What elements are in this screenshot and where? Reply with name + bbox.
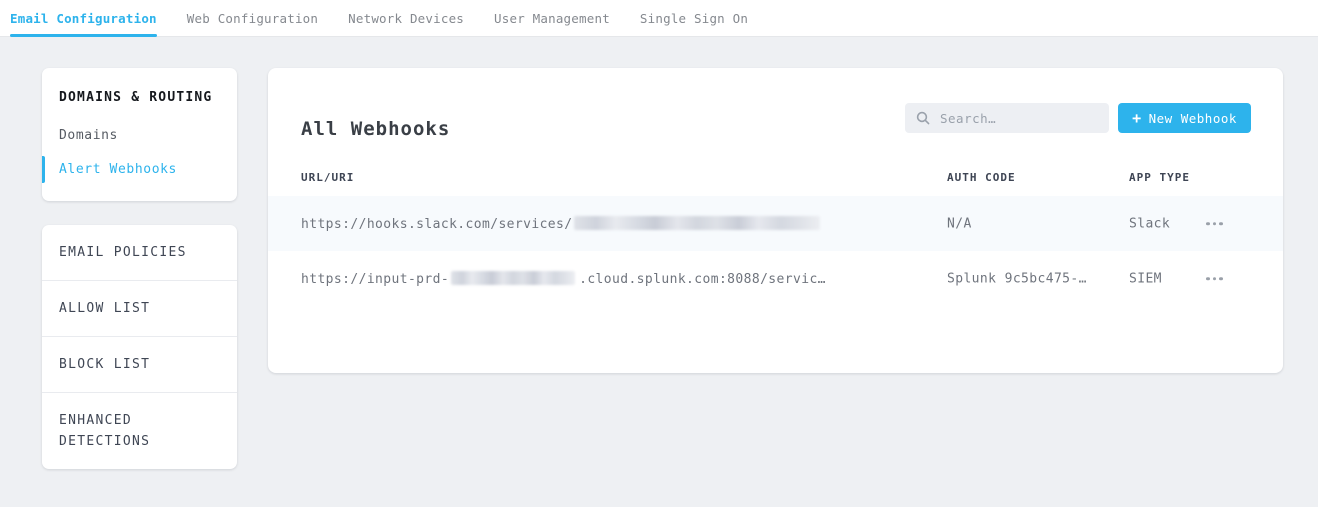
redacted-url-segment [574, 216, 820, 230]
table-row[interactable]: https://hooks.slack.com/services/ N/A Sl… [268, 196, 1283, 251]
search-input[interactable] [938, 110, 1098, 127]
redacted-url-segment [451, 271, 575, 285]
sidebar-item-domains[interactable]: Domains [42, 121, 237, 150]
sidebar-item-allow-list[interactable]: ALLOW LIST [42, 281, 237, 337]
column-header-url: URL/URI [301, 160, 354, 196]
search-box [905, 103, 1109, 133]
sidebar-sections-card: EMAIL POLICIES ALLOW LIST BLOCK LIST ENH… [42, 225, 237, 469]
new-webhook-button[interactable]: + New Webhook [1118, 103, 1251, 133]
page-title: All Webhooks [301, 118, 450, 140]
webhook-url: https://input-prd- .cloud.splunk.com:8088… [301, 271, 826, 287]
sidebar-item-alert-webhooks[interactable]: Alert Webhooks [42, 155, 237, 184]
webhook-auth-code: N/A [947, 216, 972, 231]
tab-web-configuration[interactable]: Web Configuration [187, 0, 318, 36]
sidebar-section-header: DOMAINS & ROUTING [42, 90, 237, 105]
column-header-auth: AUTH CODE [947, 160, 1016, 196]
sidebar-item-email-policies[interactable]: EMAIL POLICIES [42, 225, 237, 281]
sidebar-item-block-list[interactable]: BLOCK LIST [42, 337, 237, 393]
webhooks-panel: All Webhooks + New Webhook URL/URI AUTH … [268, 68, 1283, 373]
tab-user-management[interactable]: User Management [494, 0, 610, 36]
tab-network-devices[interactable]: Network Devices [348, 0, 464, 36]
column-header-app: APP TYPE [1129, 160, 1190, 196]
tab-email-configuration[interactable]: Email Configuration [10, 0, 157, 36]
row-actions-menu-icon[interactable] [1204, 273, 1225, 285]
plus-icon: + [1132, 111, 1142, 126]
top-navigation: Email Configuration Web Configuration Ne… [0, 0, 1318, 37]
webhooks-table: URL/URI AUTH CODE APP TYPE https://hooks… [268, 160, 1283, 306]
webhook-app-type: SIEM [1129, 271, 1162, 286]
tab-single-sign-on[interactable]: Single Sign On [640, 0, 748, 36]
url-text: https://hooks.slack.com/services/ [301, 217, 572, 232]
sidebar-domains-routing-card: DOMAINS & ROUTING Domains Alert Webhooks [42, 68, 237, 201]
webhook-app-type: Slack [1129, 216, 1170, 231]
webhook-url: https://hooks.slack.com/services/ [301, 216, 820, 232]
row-actions-menu-icon[interactable] [1204, 218, 1225, 230]
url-text: https://input-prd- [301, 272, 449, 287]
url-text: .cloud.splunk.com:8088/servic… [579, 272, 826, 287]
webhook-auth-code: Splunk 9c5bc475-… [947, 271, 1087, 286]
table-header-row: URL/URI AUTH CODE APP TYPE [268, 160, 1283, 196]
search-icon [916, 111, 930, 125]
table-row[interactable]: https://input-prd- .cloud.splunk.com:8088… [268, 251, 1283, 306]
sidebar-item-enhanced-detections[interactable]: ENHANCED DETECTIONS [42, 393, 237, 469]
new-webhook-label: New Webhook [1149, 111, 1237, 126]
